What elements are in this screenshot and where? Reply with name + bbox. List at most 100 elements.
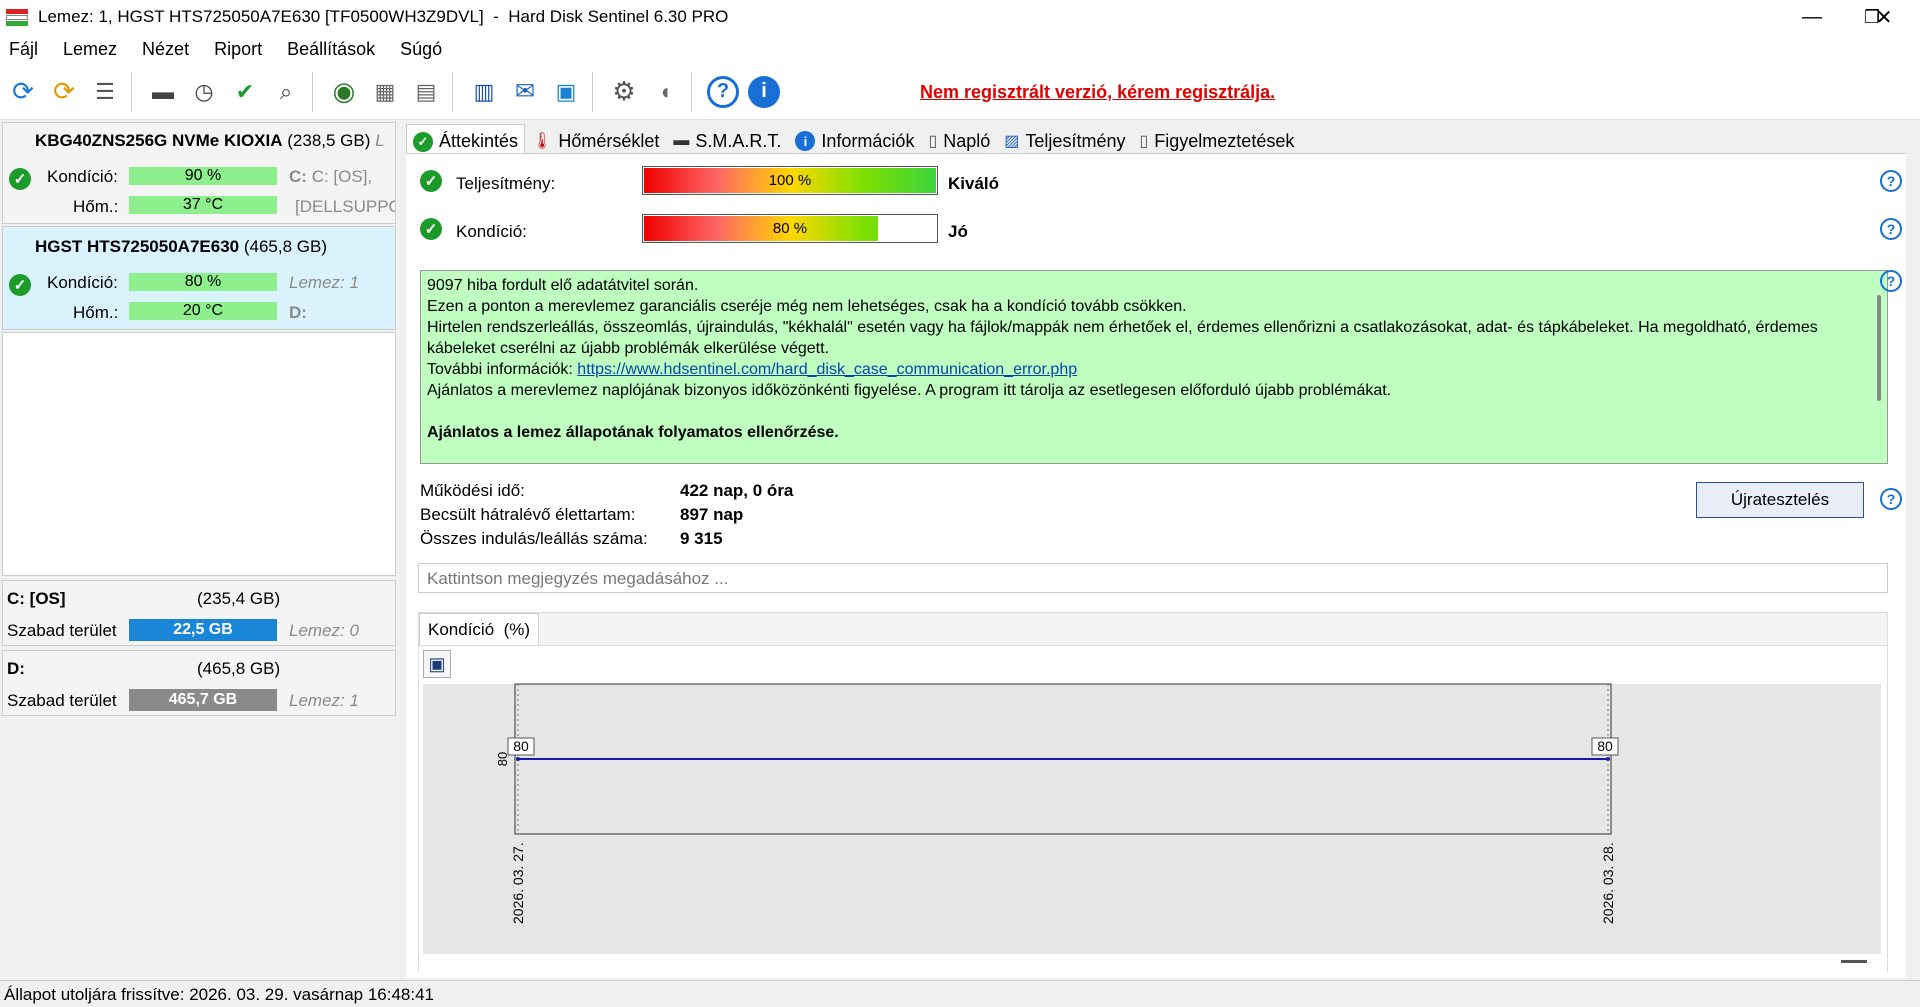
condition-bar-text: 80 %	[772, 220, 808, 237]
disk-info1: Lemez: 1	[289, 273, 359, 292]
volume-name: C: [OS]	[7, 589, 66, 608]
more-info-label: További információk:	[427, 361, 578, 378]
refresh-warning-icon[interactable]: ⟳	[46, 74, 82, 110]
toolbar: ⟳ ⟳ ☰ ▬ ◷ ✔ ⌕ ◉ ▦ ▤ ▥ ✉ ▣ ⚙ ◖ ? i Nem re…	[0, 64, 1920, 120]
help-icon[interactable]: ?	[705, 74, 741, 110]
alerts-icon: ▯	[1139, 133, 1149, 150]
tab-log[interactable]: ▯ Napló	[921, 124, 997, 154]
disk-title: HGST HTS725050A7E630 (465,8 GB)	[35, 237, 327, 257]
sound-icon[interactable]: ◖	[647, 74, 683, 110]
more-info-link[interactable]: https://www.hdsentinel.com/hard_disk_cas…	[577, 361, 1077, 378]
condition-bar: 90 %	[129, 167, 277, 185]
chart-tab[interactable]: Kondíció (%)	[419, 613, 540, 645]
tab-label: S.M.A.R.T.	[695, 130, 782, 151]
disk-list-empty-area	[2, 332, 396, 576]
condition-label: Kondíció:	[47, 167, 118, 186]
toolbar-separator	[592, 71, 593, 112]
report-icon[interactable]: ▥	[466, 74, 502, 110]
disk-panel: KBG40ZNS256G NVMe KIOXIA (238,5 GB) L ✓ …	[0, 122, 398, 980]
resize-handle[interactable]	[1841, 960, 1867, 963]
app-icon	[6, 7, 28, 27]
volume-item-c[interactable]: C: [OS] (235,4 GB) Szabad terület 22,5 G…	[2, 580, 396, 646]
network-disks-icon[interactable]: ▦	[367, 74, 403, 110]
volume-name: D:	[7, 659, 25, 678]
close-button[interactable]: ✕	[1854, 0, 1914, 34]
toolbar-separator	[312, 71, 313, 112]
mail-icon[interactable]: ✉	[507, 74, 543, 110]
network-monitor-icon[interactable]: ▣	[548, 74, 584, 110]
message-line: Ajánlatos a merevlemez naplójának bizony…	[427, 382, 1392, 399]
chart-area: ▣ 80 80 80 2026. 03. 27. 2026. 03. 28.	[419, 645, 1887, 972]
tab-information[interactable]: i Információk	[788, 124, 921, 154]
globe-icon[interactable]: ◉	[326, 74, 362, 110]
menu-help[interactable]: Súgó	[400, 39, 442, 60]
smart-icon: ▬	[673, 132, 690, 149]
menu-view[interactable]: Nézet	[142, 39, 189, 60]
info-icon[interactable]: i	[746, 74, 782, 110]
tab-temperature[interactable]: 🌡 Hőmérséklet	[525, 124, 666, 154]
disk-info2: [DELLSUPPOR	[295, 197, 395, 216]
disk-size: (238,5 GB)	[287, 131, 371, 150]
retest-button[interactable]: Újratesztelés	[1696, 482, 1864, 518]
menu-report[interactable]: Riport	[214, 39, 262, 60]
uptime-value: 422 nap, 0 óra	[680, 481, 794, 500]
scrollbar[interactable]	[1877, 295, 1881, 401]
disk-ok-icon[interactable]: ✔	[227, 74, 263, 110]
data-point	[1606, 757, 1610, 761]
start-stop-value: 9 315	[680, 529, 723, 548]
help-icon[interactable]: ?	[1880, 170, 1902, 192]
note-field[interactable]: Kattintson megjegyzés megadásához ...	[418, 563, 1888, 593]
volume-item-d[interactable]: D: (465,8 GB) Szabad terület 465,7 GB Le…	[2, 650, 396, 716]
temperature-label: Hőm.:	[73, 197, 119, 216]
disk-item-kioxia[interactable]: KBG40ZNS256G NVMe KIOXIA (238,5 GB) L ✓ …	[2, 122, 396, 224]
free-space-bar: 22,5 GB	[129, 619, 277, 641]
performance-icon: ▨	[1004, 133, 1020, 150]
toolbar-separator	[452, 71, 453, 112]
register-link[interactable]: Nem regisztrált verzió, kérem regisztrál…	[920, 82, 1275, 103]
performance-rating: Kiváló	[948, 174, 1000, 193]
temperature-label: Hőm.:	[73, 303, 119, 322]
tab-overview[interactable]: ✓ Áttekintés	[406, 124, 526, 154]
menu-file[interactable]: Fájl	[9, 39, 38, 60]
help-icon[interactable]: ?	[1880, 218, 1902, 240]
settings-icon[interactable]: ⚙	[606, 74, 642, 110]
condition-rating: Jó	[948, 222, 968, 241]
x-tick-label: 2026. 03. 28.	[1600, 842, 1616, 924]
lifetime-label: Becsült hátralévő élettartam:	[420, 505, 636, 524]
help-icon[interactable]: ?	[1880, 488, 1902, 510]
uptime-label: Működési idő:	[420, 481, 525, 500]
check-icon: ✓	[9, 274, 31, 296]
free-space-label: Szabad terület	[7, 621, 117, 640]
help-icon[interactable]: ?	[1880, 270, 1902, 292]
message-line: 9097 hiba fordult elő adatátvitel során.	[427, 277, 699, 294]
disk-search-icon[interactable]: ⌕	[268, 74, 304, 110]
temperature-bar: 20 °C	[129, 302, 277, 320]
menu-disk[interactable]: Lemez	[63, 39, 117, 60]
minimize-button[interactable]: —	[1782, 0, 1842, 34]
disk-name: HGST HTS725050A7E630	[35, 237, 240, 256]
status-message: 9097 hiba fordult elő adatátvitel során.…	[420, 270, 1888, 464]
overview-panel: ✓ Teljesítmény: 100 % Kiváló ? ✓ Kondíci…	[406, 153, 1906, 978]
tab-smart[interactable]: ▬ S.M.A.R.T.	[666, 124, 788, 154]
menu-settings[interactable]: Beállítások	[287, 39, 375, 60]
performance-bar-text: 100 %	[768, 172, 812, 189]
free-space-bar: 465,7 GB	[129, 689, 277, 711]
x-tick-label: 2026. 03. 27.	[510, 842, 526, 924]
tab-label: Napló	[943, 130, 991, 151]
check-icon: ✓	[9, 168, 31, 190]
disk-surface-icon[interactable]: ▬	[145, 74, 181, 110]
minimize-icon: —	[1802, 5, 1822, 28]
toolbar-separator	[691, 71, 692, 112]
refresh-icon[interactable]: ⟳	[5, 74, 41, 110]
disk-schedule-icon[interactable]: ◷	[186, 74, 222, 110]
tab-alerts[interactable]: ▯ Figyelmeztetések	[1132, 124, 1301, 154]
info-icon: i	[795, 131, 816, 151]
status-bar: Állapot utoljára frissítve: 2026. 03. 29…	[0, 980, 1920, 1007]
tab-performance[interactable]: ▨ Teljesítmény	[997, 124, 1132, 154]
disk-item-hgst[interactable]: HGST HTS725050A7E630 (465,8 GB) ✓ Kondíc…	[2, 226, 396, 330]
close-icon: ✕	[1875, 6, 1893, 29]
disk-list-icon[interactable]: ☰	[87, 74, 123, 110]
backup-icon[interactable]: ▤	[408, 74, 444, 110]
message-line: További információk: https://www.hdsenti…	[427, 359, 1881, 380]
message-line: Ezen a ponton a merevlemez garanciális c…	[427, 298, 1187, 315]
